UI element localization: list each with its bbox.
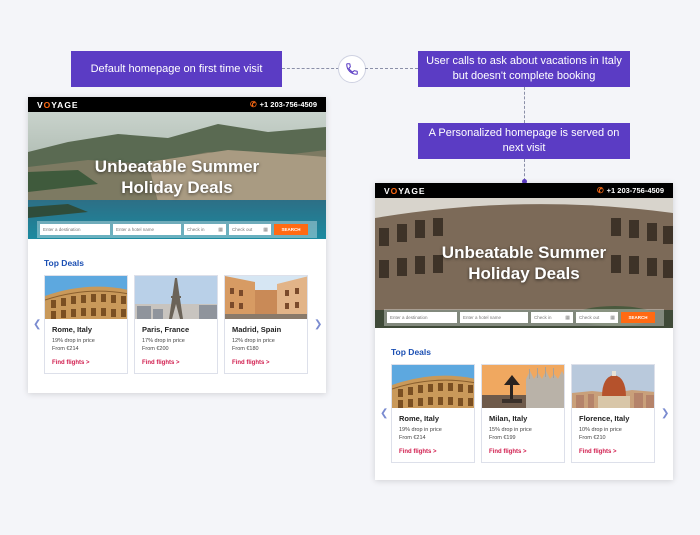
site-header: VOYAGE ✆ +1 203-756-4509 bbox=[28, 97, 326, 112]
find-flights-link[interactable]: Find flights > bbox=[142, 360, 217, 366]
hotel-placeholder: Enter a hotel name bbox=[463, 315, 502, 320]
check-out-input[interactable]: Check out ▦ bbox=[229, 224, 271, 235]
chevron-right-icon[interactable]: ❯ bbox=[314, 319, 322, 330]
check-out-input[interactable]: Check out ▦ bbox=[576, 312, 618, 323]
calendar-icon: ▦ bbox=[263, 226, 268, 233]
phone-number[interactable]: ✆ +1 203-756-4509 bbox=[597, 186, 664, 195]
deal-price-drop: 19% drop in price bbox=[399, 427, 442, 433]
phone-icon: ✆ bbox=[596, 186, 604, 195]
hero-title: Unbeatable Summer Holiday Deals bbox=[375, 242, 673, 285]
phone-icon: ✆ bbox=[249, 100, 257, 109]
deal-price-drop: 12% drop in price bbox=[232, 338, 275, 344]
florence-dome-image bbox=[572, 365, 654, 408]
top-deals-title: Top Deals bbox=[44, 258, 84, 268]
find-flights-link[interactable]: Find flights > bbox=[399, 449, 474, 455]
deal-price-drop: 10% drop in price bbox=[579, 427, 622, 433]
deal-price: From €180 bbox=[232, 346, 259, 352]
check-out-label: Check out bbox=[579, 315, 600, 320]
hero-title-line-1: Unbeatable Summer bbox=[94, 157, 260, 176]
milan-cathedral-image bbox=[482, 365, 564, 408]
hero-title: Unbeatable Summer Holiday Deals bbox=[28, 156, 326, 199]
top-deals-title: Top Deals bbox=[391, 347, 431, 357]
deal-price: From €214 bbox=[52, 346, 79, 352]
madrid-street-image bbox=[225, 276, 307, 319]
phone-number-text: +1 203-756-4509 bbox=[259, 100, 317, 109]
voyage-logo[interactable]: VOYAGE bbox=[37, 100, 79, 110]
colosseum-image bbox=[392, 365, 474, 408]
deal-card[interactable]: Rome, Italy 19% drop in price From €214 … bbox=[44, 275, 128, 374]
hero-banner: Unbeatable Summer Holiday Deals Enter a … bbox=[375, 198, 673, 328]
hero-title-line-2: Holiday Deals bbox=[121, 178, 233, 198]
check-in-input[interactable]: Check in ▦ bbox=[184, 224, 226, 235]
hero-title-line-1: Unbeatable Summer bbox=[441, 243, 607, 262]
destination-placeholder: Enter a destination bbox=[390, 315, 428, 320]
callout-user-call: User calls to ask about vacations in Ita… bbox=[418, 51, 630, 87]
calendar-icon: ▦ bbox=[218, 226, 223, 233]
phone-call-node bbox=[338, 55, 366, 83]
connector-line bbox=[524, 159, 525, 181]
deal-price-drop: 17% drop in price bbox=[142, 338, 185, 344]
deal-card[interactable]: Milan, Italy 15% drop in price From €199… bbox=[481, 364, 565, 463]
deal-city: Madrid, Spain bbox=[232, 325, 282, 334]
deal-city: Rome, Italy bbox=[399, 414, 440, 423]
hero-banner: Unbeatable Summer Holiday Deals Enter a … bbox=[28, 112, 326, 239]
deal-price: From €214 bbox=[399, 435, 426, 441]
deal-price: From €200 bbox=[142, 346, 169, 352]
check-out-label: Check out bbox=[232, 227, 253, 232]
phone-icon bbox=[346, 63, 358, 75]
hotel-input[interactable]: Enter a hotel name bbox=[460, 312, 528, 323]
site-header: VOYAGE ✆ +1 203-756-4509 bbox=[375, 183, 673, 198]
destination-input[interactable]: Enter a destination bbox=[387, 312, 457, 323]
deal-price: From €210 bbox=[579, 435, 606, 441]
colosseum-image bbox=[45, 276, 127, 319]
connector-line bbox=[365, 68, 418, 69]
deal-price-drop: 19% drop in price bbox=[52, 338, 95, 344]
search-button[interactable]: SEARCH bbox=[274, 224, 308, 235]
hotel-input[interactable]: Enter a hotel name bbox=[113, 224, 181, 235]
find-flights-link[interactable]: Find flights > bbox=[489, 449, 564, 455]
connector-line bbox=[524, 87, 525, 123]
deal-city: Milan, Italy bbox=[489, 414, 528, 423]
search-bar: Enter a destination Enter a hotel name C… bbox=[384, 309, 664, 326]
deal-price-drop: 15% drop in price bbox=[489, 427, 532, 433]
callout-default-homepage: Default homepage on first time visit bbox=[71, 51, 282, 87]
deal-card[interactable]: Paris, France 17% drop in price From €20… bbox=[134, 275, 218, 374]
deal-price: From €199 bbox=[489, 435, 516, 441]
deals-carousel: ❮ Rome, Italy 19% drop in price From €21… bbox=[33, 275, 326, 374]
chevron-left-icon[interactable]: ❮ bbox=[33, 319, 41, 330]
search-button[interactable]: SEARCH bbox=[621, 312, 655, 323]
phone-number[interactable]: ✆ +1 203-756-4509 bbox=[250, 100, 317, 109]
search-bar: Enter a destination Enter a hotel name C… bbox=[37, 221, 317, 238]
deal-city: Paris, France bbox=[142, 325, 190, 334]
check-in-label: Check in bbox=[534, 315, 552, 320]
chevron-left-icon[interactable]: ❮ bbox=[380, 408, 388, 419]
connector-line bbox=[282, 68, 339, 69]
find-flights-link[interactable]: Find flights > bbox=[232, 360, 307, 366]
eiffel-tower-image bbox=[135, 276, 217, 319]
deal-city: Rome, Italy bbox=[52, 325, 93, 334]
chevron-right-icon[interactable]: ❯ bbox=[661, 408, 669, 419]
find-flights-link[interactable]: Find flights > bbox=[579, 449, 654, 455]
calendar-icon: ▦ bbox=[610, 314, 615, 321]
voyage-logo[interactable]: VOYAGE bbox=[384, 186, 426, 196]
deal-card[interactable]: Rome, Italy 19% drop in price From €214 … bbox=[391, 364, 475, 463]
deal-card[interactable]: Florence, Italy 10% drop in price From €… bbox=[571, 364, 655, 463]
deal-card[interactable]: Madrid, Spain 12% drop in price From €18… bbox=[224, 275, 308, 374]
callout-personalized-homepage: A Personalized homepage is served on nex… bbox=[418, 123, 630, 159]
deals-carousel: ❮ Rome, Italy 19% drop in price From €21… bbox=[380, 364, 673, 463]
destination-placeholder: Enter a destination bbox=[43, 227, 81, 232]
phone-number-text: +1 203-756-4509 bbox=[606, 186, 664, 195]
calendar-icon: ▦ bbox=[565, 314, 570, 321]
default-homepage-mockup: VOYAGE ✆ +1 203-756-4509 Unbeatable Summe… bbox=[28, 97, 326, 393]
check-in-label: Check in bbox=[187, 227, 205, 232]
check-in-input[interactable]: Check in ▦ bbox=[531, 312, 573, 323]
personalized-homepage-mockup: VOYAGE ✆ +1 203-756-4509 Unbeatable Summe… bbox=[375, 183, 673, 480]
find-flights-link[interactable]: Find flights > bbox=[52, 360, 127, 366]
deal-city: Florence, Italy bbox=[579, 414, 630, 423]
destination-input[interactable]: Enter a destination bbox=[40, 224, 110, 235]
hero-title-line-2: Holiday Deals bbox=[468, 264, 580, 284]
hotel-placeholder: Enter a hotel name bbox=[116, 227, 155, 232]
